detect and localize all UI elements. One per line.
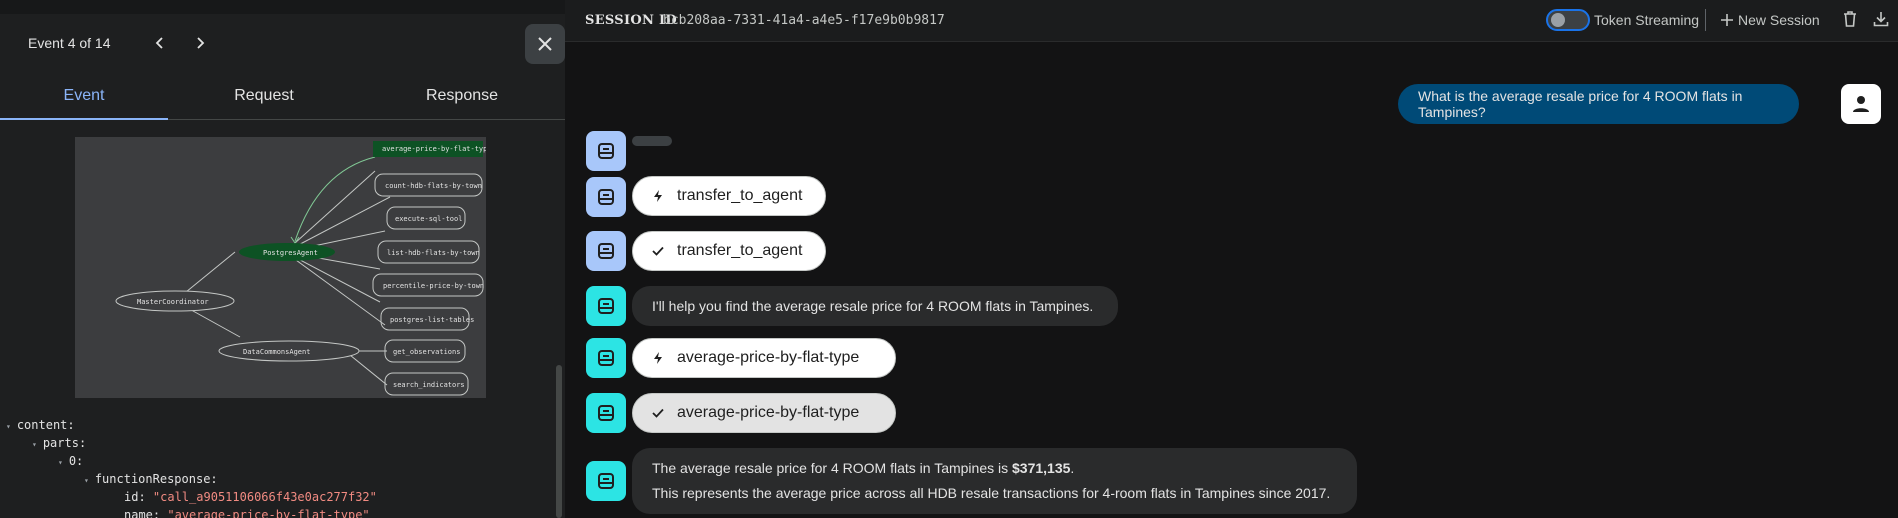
agent-avatar xyxy=(586,393,626,433)
node-percentile-label: percentile-price-by-town xyxy=(383,282,484,290)
function-call-name: transfer_to_agent xyxy=(677,187,803,204)
new-session-button[interactable]: New Session xyxy=(1720,10,1820,30)
robot-icon xyxy=(598,189,614,205)
robot-icon xyxy=(598,243,614,259)
session-id-value: bcb208aa-7331-41a4-a4e5-f17e9b0b9817 xyxy=(663,13,945,28)
agent-graph: average-price-by-flat-type count-hdb-fla… xyxy=(75,137,486,398)
header-divider xyxy=(1705,9,1706,31)
caret-icon: ▾ xyxy=(58,458,63,467)
node-datacommons: DataCommonsAgent xyxy=(218,340,360,362)
node-obs-label: get_observations xyxy=(393,348,460,356)
robot-icon xyxy=(598,350,614,366)
function-result-chip[interactable]: average-price-by-flat-type xyxy=(632,393,896,433)
bot-message-text: I'll help you find the average resale pr… xyxy=(652,298,1094,314)
node-postgres: PostgresAgent xyxy=(239,243,335,261)
function-call-name: average-price-by-flat-type xyxy=(677,349,860,366)
user-message-bubble: What is the average resale price for 4 R… xyxy=(1398,84,1799,124)
plus-icon xyxy=(1721,14,1733,26)
node-search-label: search_indicators xyxy=(393,381,465,389)
node-percentile: percentile-price-by-town xyxy=(372,273,484,297)
event-inspector-panel: Event 4 of 14 Event Request Response ave… xyxy=(0,0,565,518)
node-obs: get_observations xyxy=(384,339,466,363)
function-result-chip[interactable]: transfer_to_agent xyxy=(632,231,826,271)
final-answer-line-2: This represents the average price across… xyxy=(652,485,1331,501)
check-icon xyxy=(652,408,664,418)
json-row-index[interactable]: ▾ 0: xyxy=(58,454,83,468)
function-call-chip[interactable]: transfer_to_agent xyxy=(632,176,826,216)
toggle-knob xyxy=(1551,13,1565,27)
node-avg: average-price-by-flat-type xyxy=(373,141,486,157)
node-pglist: postgres-list-tables xyxy=(380,307,474,331)
agent-avatar xyxy=(586,177,626,217)
node-pglist-label: postgres-list-tables xyxy=(390,316,474,324)
node-list-label: list-hdb-flats-by-town xyxy=(387,249,480,257)
panel-top-strip xyxy=(0,0,565,14)
answer-value: $371,135 xyxy=(1012,460,1071,476)
tab-event[interactable]: Event xyxy=(0,78,168,120)
previous-event-button[interactable] xyxy=(149,32,171,54)
agent-avatar xyxy=(586,286,626,326)
json-row-name: name: "average-price-by-flat-type" xyxy=(124,508,370,518)
session-header: SESSION ID bcb208aa-7331-41a4-a4e5-f17e9… xyxy=(565,0,1898,42)
robot-icon xyxy=(598,405,614,421)
chat-panel: SESSION ID bcb208aa-7331-41a4-a4e5-f17e9… xyxy=(565,0,1898,518)
inspector-tabs: Event Request Response xyxy=(0,78,565,120)
bolt-icon xyxy=(654,352,662,364)
event-counter: Event 4 of 14 xyxy=(28,35,111,51)
agent-avatar xyxy=(586,231,626,271)
json-row-id: id: "call_a9051106066f43e0ac277f32" xyxy=(124,490,377,504)
token-streaming-label: Token Streaming xyxy=(1594,12,1700,28)
agent-avatar xyxy=(586,131,626,171)
robot-icon xyxy=(598,143,614,159)
node-master: MasterCoordinator xyxy=(115,290,235,312)
function-result-name: average-price-by-flat-type xyxy=(677,404,860,421)
json-row-content[interactable]: ▾ content: xyxy=(6,418,75,432)
robot-icon xyxy=(598,298,614,314)
final-answer-bubble: The average resale price for 4 ROOM flat… xyxy=(632,448,1357,514)
json-row-parts[interactable]: ▾ parts: xyxy=(32,436,86,450)
bolt-icon xyxy=(654,190,662,202)
scrollbar[interactable] xyxy=(556,365,562,518)
function-call-chip[interactable]: average-price-by-flat-type xyxy=(632,338,896,378)
tab-response[interactable]: Response xyxy=(378,78,546,120)
close-panel-button[interactable] xyxy=(525,24,565,64)
tab-request[interactable]: Request xyxy=(180,78,348,120)
node-count-label: count-hdb-flats-by-town xyxy=(385,182,482,190)
caret-icon: ▾ xyxy=(6,422,11,431)
new-session-label: New Session xyxy=(1738,12,1820,28)
node-exec: execute-sql-tool xyxy=(386,206,466,230)
node-datacommons-label: DataCommonsAgent xyxy=(243,348,310,356)
check-icon xyxy=(652,246,664,256)
caret-icon: ▾ xyxy=(32,440,37,449)
person-icon xyxy=(1853,96,1869,112)
json-row-function-response[interactable]: ▾ functionResponse: xyxy=(84,472,218,486)
next-event-button[interactable] xyxy=(189,32,211,54)
user-message-text: What is the average resale price for 4 R… xyxy=(1418,88,1743,120)
robot-icon xyxy=(598,473,614,489)
loading-placeholder xyxy=(632,136,672,146)
bot-message-bubble: I'll help you find the average resale pr… xyxy=(632,286,1118,326)
download-icon[interactable] xyxy=(1871,9,1891,29)
user-avatar xyxy=(1841,84,1881,124)
node-avg-label: average-price-by-flat-type xyxy=(382,145,486,153)
node-list: list-hdb-flats-by-town xyxy=(377,240,480,264)
trash-icon[interactable] xyxy=(1840,9,1860,29)
node-exec-label: execute-sql-tool xyxy=(395,215,462,223)
final-answer-line-1: The average resale price for 4 ROOM flat… xyxy=(652,460,1075,476)
token-streaming-toggle[interactable] xyxy=(1546,9,1590,31)
function-result-name: transfer_to_agent xyxy=(677,242,803,259)
chevron-right-icon xyxy=(197,37,205,49)
chevron-left-icon xyxy=(155,37,163,49)
node-search: search_indicators xyxy=(384,372,469,396)
caret-icon: ▾ xyxy=(84,476,89,485)
agent-avatar xyxy=(586,338,626,378)
agent-avatar xyxy=(586,461,626,501)
close-icon xyxy=(538,37,552,51)
node-postgres-label: PostgresAgent xyxy=(263,249,318,257)
node-count: count-hdb-flats-by-town xyxy=(374,173,483,197)
node-master-label: MasterCoordinator xyxy=(137,298,209,306)
